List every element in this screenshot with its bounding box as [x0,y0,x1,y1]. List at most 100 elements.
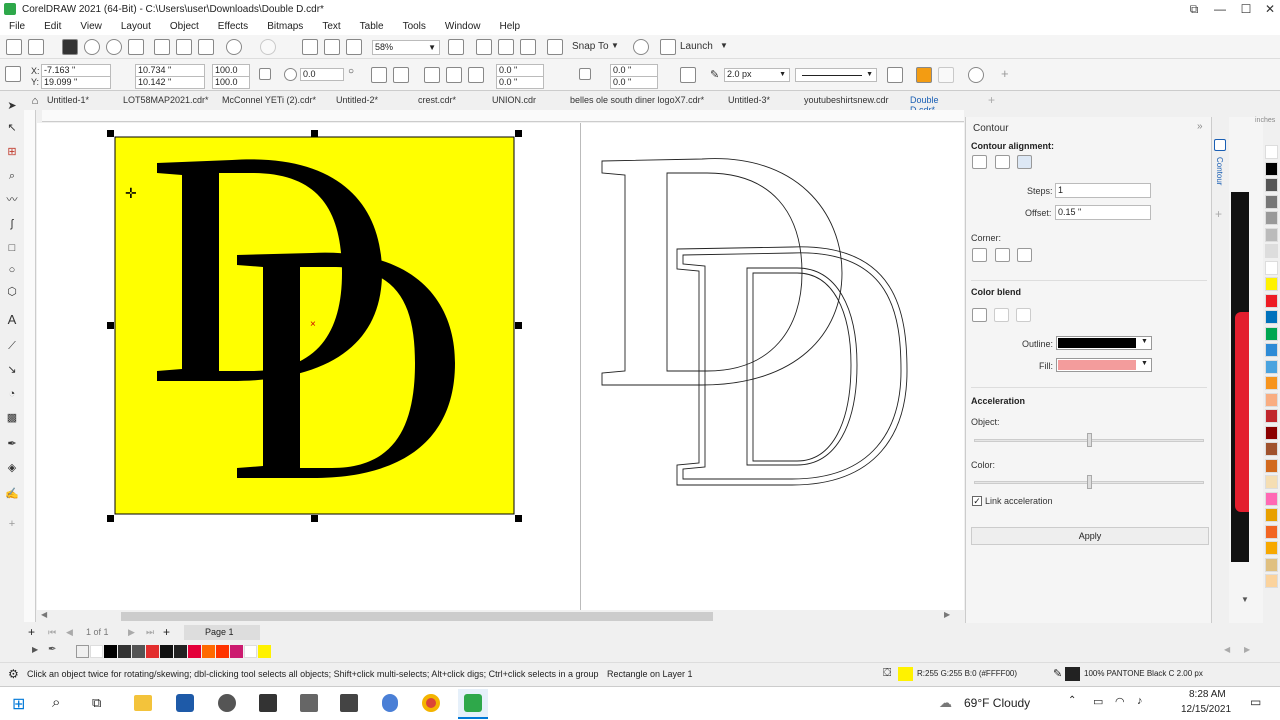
palette-swatch-0[interactable] [90,645,103,658]
selection-handle-tc[interactable] [311,130,318,137]
palette-swatch-12[interactable] [258,645,271,658]
outline-color-indicator[interactable] [1065,667,1080,681]
corner-radius-4-field[interactable]: 0.0 " [610,76,658,89]
lock-corners-icon[interactable] [579,68,591,80]
scroll-down-icon[interactable]: ▼ [1241,595,1249,604]
tab-untitled-2[interactable]: Untitled-2* [336,95,378,105]
y-position-field[interactable]: 19.099 " [41,76,111,89]
gear-icon[interactable]: ⚙ [8,667,19,681]
add-docker-icon[interactable]: + [1215,207,1222,221]
clockwise-blend-icon[interactable] [994,308,1009,322]
selection-handle-bl[interactable] [107,515,114,522]
corner-miter-icon[interactable] [972,248,987,262]
palette-swatch-8[interactable] [202,645,215,658]
show-guidelines-icon[interactable] [520,39,536,55]
selection-handle-ml[interactable] [107,322,114,329]
menu-tools[interactable]: Tools [403,21,426,32]
windows-start-icon[interactable]: ⊞ [12,694,25,714]
tab-mcconnel-yeti[interactable]: McConnel YETi (2).cdr* [222,95,316,105]
vertical-palette-swatch[interactable] [1265,491,1278,506]
rectangle-tool-icon[interactable]: □ [5,241,19,255]
outline-letter-d-front-inner[interactable] [746,267,858,466]
object-origin-icon[interactable] [5,66,21,82]
lock-ratio-icon[interactable] [259,68,271,80]
contour-side-tab[interactable]: Contour [1215,157,1224,185]
vertical-palette-swatch[interactable] [1265,508,1278,522]
vertical-palette-swatch[interactable] [1265,310,1278,324]
object-accel-thumb[interactable] [1087,433,1092,447]
add-icon[interactable]: + [1001,66,1009,81]
drop-shadow-tool-icon[interactable]: ◔ [5,387,19,401]
vertical-palette-swatch[interactable] [1265,376,1278,390]
menu-file[interactable]: File [9,21,25,32]
add-page-before-icon[interactable]: + [28,625,35,639]
menu-edit[interactable]: Edit [44,21,61,32]
contour-docker-icon[interactable] [1214,139,1226,151]
connector-tool-icon[interactable]: ↘ [5,363,19,377]
palette-swatch-6[interactable] [174,645,187,658]
clock-date[interactable]: 12/15/2021 [1181,704,1231,715]
app-taskbar-icon[interactable] [218,694,236,712]
zoom-level-field[interactable]: 58% ▼ [372,40,440,55]
no-color-swatch[interactable] [76,645,89,658]
vertical-palette-swatch[interactable] [1265,194,1278,209]
zoom-to-page-icon[interactable] [448,39,464,55]
upload-icon[interactable] [106,39,122,55]
zoom-tool-icon[interactable]: ⌕ [5,169,19,183]
linear-blend-icon[interactable] [972,308,987,322]
palette-swatch-11[interactable] [244,645,257,658]
prev-page-icon[interactable]: ◀ [66,627,73,638]
fill-color-picker[interactable]: ▼ [1056,358,1152,372]
vertical-palette-swatch[interactable] [1265,178,1278,192]
file-explorer-icon[interactable] [134,695,152,711]
wifi-icon[interactable]: ◠ [1115,695,1125,708]
network-icon[interactable]: ▭ [1093,695,1103,708]
outline-letter-d-back-outer[interactable] [601,158,843,386]
vertical-palette-swatch[interactable] [1265,260,1278,275]
last-page-icon[interactable]: ⏭ [146,627,154,638]
artistic-media-icon[interactable]: ʃ [5,217,19,231]
palette-swatch-1[interactable] [104,645,117,658]
fill-color-indicator[interactable] [898,667,913,681]
launch-button[interactable]: Launch [680,41,713,52]
horizontal-scrollbar[interactable]: ◀ ▶ [37,610,964,623]
weather-text[interactable]: 69°F Cloudy [964,696,1030,710]
inside-icon[interactable] [995,155,1010,169]
menu-window[interactable]: Window [445,21,481,32]
menu-bitmaps[interactable]: Bitmaps [267,21,303,32]
menu-effects[interactable]: Effects [218,21,248,32]
vertical-palette-swatch[interactable] [1265,475,1278,489]
transparency-tool-icon[interactable]: ▩ [5,411,19,425]
convert-to-curves-icon[interactable] [968,67,984,83]
menu-object[interactable]: Object [170,21,199,32]
font-manager-icon[interactable] [340,694,358,712]
vertical-palette-swatch[interactable] [1265,244,1278,258]
parallel-dimension-icon[interactable]: ⟋ [5,339,19,353]
next-page-icon[interactable]: ▶ [128,627,135,638]
selection-handle-tr[interactable] [515,130,522,137]
ellipse-tool-icon[interactable]: ○ [5,263,19,277]
restore-icon[interactable]: ⧉ [1180,0,1208,18]
eyedropper-icon[interactable]: ✒ [48,644,56,655]
vertical-palette-swatch[interactable] [1265,442,1278,456]
scrollbar-thumb[interactable] [121,612,713,621]
corner-round-icon[interactable] [995,248,1010,262]
tab-lot58map2021[interactable]: LOT58MAP2021.cdr* [123,95,209,105]
counterclockwise-blend-icon[interactable] [1016,308,1031,322]
menu-text[interactable]: Text [322,21,340,32]
to-back-icon[interactable] [938,67,954,83]
offset-field[interactable]: 0.15 " [1055,205,1151,220]
outline-letter-d-front-mid[interactable] [682,252,902,480]
outside-icon[interactable] [1017,155,1032,169]
coreldraw-taskbar-icon[interactable] [176,694,194,712]
height-field[interactable]: 10.142 " [135,76,205,89]
smart-fill-icon[interactable]: ✍ [5,487,19,501]
crop-tool-icon[interactable]: ⊞ [5,145,19,159]
mirror-horizontal-icon[interactable] [371,67,387,83]
tab-belles-ole-south[interactable]: belles ole south diner logoX7.cdr* [570,95,704,105]
task-view-icon[interactable]: ⧉ [92,695,101,711]
scallop-corner-icon[interactable] [446,67,462,83]
undo-icon[interactable] [226,39,242,55]
copy-icon[interactable] [176,39,192,55]
palette-swatch-2[interactable] [118,645,131,658]
